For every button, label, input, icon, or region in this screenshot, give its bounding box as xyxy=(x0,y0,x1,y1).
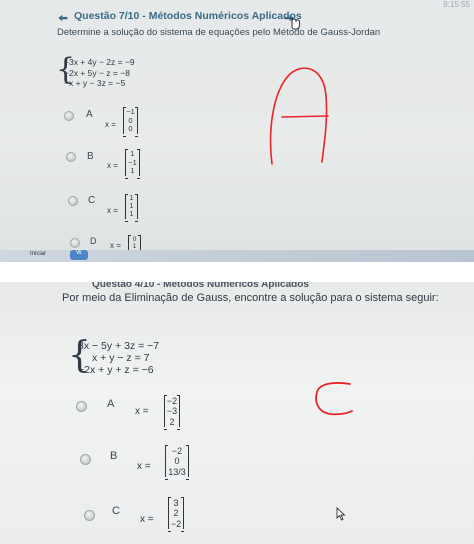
question-title: Questão 4/10 - Métodos Numéricos Aplicad… xyxy=(92,282,309,290)
vector-entry: 0 xyxy=(128,124,133,134)
equation-system: { 3x − 5y + 3z = −7 x + y − z = 7 −2x + … xyxy=(68,338,159,377)
vector-entry: −2 xyxy=(171,446,183,456)
equation-system: { −3x + 4y − 2z = −9 −2x + 5y − z = −8 −… xyxy=(56,55,135,89)
vector-entry: 1 xyxy=(129,211,134,219)
screenshot-divider xyxy=(0,262,474,282)
option-c-label: x = xyxy=(140,514,154,525)
vector-entry: −2 xyxy=(170,518,182,529)
mouse-cursor-icon xyxy=(336,507,346,521)
start-button[interactable]: Iniciar xyxy=(30,251,46,257)
option-b-vector: −2 0 13/3 xyxy=(165,444,189,481)
option-b-label: x = xyxy=(107,161,118,170)
option-c-radio[interactable] xyxy=(68,196,78,206)
brace-icon: { xyxy=(56,52,76,87)
vector-entry: 1 xyxy=(129,195,134,202)
vector-entry: 3 xyxy=(173,498,179,508)
handwritten-answer-mark: A xyxy=(269,67,329,165)
option-c-label: x = xyxy=(107,206,118,215)
option-c-letter: C xyxy=(112,505,120,517)
option-a-letter: A xyxy=(107,398,115,410)
option-b-radio[interactable] xyxy=(80,454,91,465)
top-screenshot: 9:15:55 🠨 Questão 7/10 - Métodos Numéric… xyxy=(0,0,474,262)
option-b-letter: B xyxy=(110,450,118,462)
taskbar: Iniciar W xyxy=(0,250,474,262)
option-d-label: x = xyxy=(110,241,121,250)
option-a-label: x = xyxy=(135,406,149,417)
vector-entry: −3 xyxy=(166,406,178,417)
vector-entry: −2 xyxy=(166,396,178,406)
taskbar-app-button[interactable]: W xyxy=(70,250,88,260)
option-c-letter: C xyxy=(88,195,96,206)
vector-entry: 1 xyxy=(129,203,134,211)
option-a-radio[interactable] xyxy=(76,401,87,412)
brace-icon: { xyxy=(68,335,91,376)
vector-entry: 2 xyxy=(169,416,175,427)
option-b-letter: B xyxy=(87,151,94,162)
vector-entry: 0 xyxy=(132,236,137,243)
question-title: Questão 7/10 - Métodos Numéricos Aplicad… xyxy=(74,10,302,22)
option-a-vector: −2 −3 2 xyxy=(164,394,180,431)
handwritten-answer-mark: C xyxy=(315,382,353,416)
vector-entry: 13/3 xyxy=(168,466,186,477)
option-b-vector: 1 −1 1 xyxy=(125,149,140,179)
question-prompt: Por meio da Eliminação de Gauss, encontr… xyxy=(62,292,439,304)
clock: 9:15:55 xyxy=(443,0,470,9)
option-b-label: x = xyxy=(137,461,151,472)
option-c-radio[interactable] xyxy=(84,510,95,521)
option-a-label: x = xyxy=(105,120,116,129)
option-a-radio[interactable] xyxy=(64,111,74,121)
bottom-screenshot: Questão 4/10 - Métodos Numéricos Aplicad… xyxy=(0,282,474,544)
option-d-vector: 0 1 xyxy=(128,235,141,254)
option-c-vector: 3 2 −2 xyxy=(168,496,184,533)
option-a-letter: A xyxy=(86,109,93,120)
question-prompt: Determine a solução do sistema de equaçõ… xyxy=(57,27,381,38)
vector-entry: 2 xyxy=(173,508,179,519)
vector-entry: 0 xyxy=(174,456,180,467)
option-a-vector: −1 0 0 xyxy=(123,107,138,137)
option-b-radio[interactable] xyxy=(66,152,76,162)
vector-entry: 1 xyxy=(130,166,135,176)
option-c-vector: 1 1 1 xyxy=(125,193,138,223)
option-d-letter: D xyxy=(90,236,97,246)
option-d-radio[interactable] xyxy=(70,238,80,248)
